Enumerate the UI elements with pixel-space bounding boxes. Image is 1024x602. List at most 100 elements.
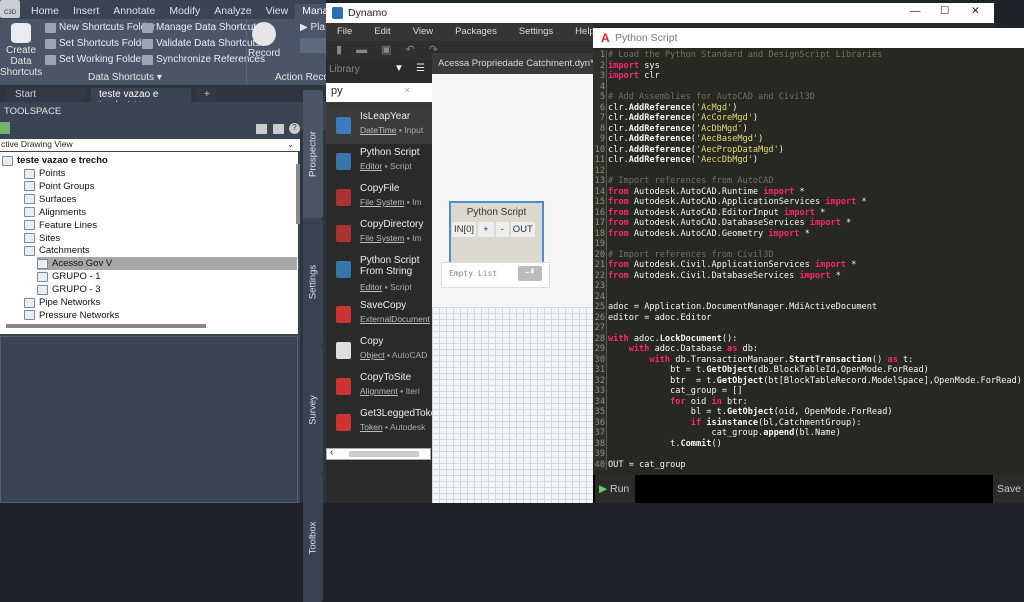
filter-icon[interactable]: ▼ xyxy=(394,63,404,74)
code-line: 38 t.Commit() xyxy=(593,438,1024,449)
tree-item[interactable]: Acesso Gov V xyxy=(37,257,297,271)
code-editor[interactable]: 1 # Load the Python Standard and DesignSc… xyxy=(593,50,1024,476)
line-text: cat_group = [] xyxy=(608,386,743,396)
result-category-link[interactable]: Editor xyxy=(360,282,382,292)
tree-item[interactable]: Pressure Networks xyxy=(24,309,119,322)
add-input-button[interactable]: + xyxy=(478,222,494,237)
line-text: with adoc.Database as db: xyxy=(628,344,759,354)
result-category-link[interactable]: ExternalDocument xyxy=(360,314,430,324)
library-result[interactable]: Python Script From String Editor ▪ Script xyxy=(326,252,432,297)
item-view-icon[interactable] xyxy=(256,124,267,134)
library-result[interactable]: SaveCopy ExternalDocument ▪ xyxy=(326,297,432,333)
ribbon-tab-view[interactable]: View xyxy=(259,4,296,19)
result-category-link[interactable]: Token xyxy=(360,422,383,432)
menu-edit[interactable]: Edit xyxy=(363,23,401,41)
tree-item[interactable]: Catchments xyxy=(24,244,90,257)
result-category-link[interactable]: File System xyxy=(360,233,404,243)
ribbon-tab-annotate[interactable]: Annotate xyxy=(106,4,162,19)
new-file-icon[interactable]: ▮ xyxy=(336,44,356,56)
menu-packages[interactable]: Packages xyxy=(444,23,508,41)
menu-file[interactable]: File xyxy=(326,23,363,41)
ribbon-button-set-working-folder[interactable]: Set Working Folder xyxy=(45,54,144,65)
side-tab-prospector[interactable]: Prospector xyxy=(303,90,323,218)
new-tab-button[interactable]: + xyxy=(196,88,216,102)
tree-item[interactable]: Point Groups xyxy=(24,180,94,193)
play-button[interactable]: ▶ Pla xyxy=(300,22,325,33)
ribbon-tab-modify[interactable]: Modify xyxy=(162,4,207,19)
library-result[interactable]: CopyDirectory File System ▪ Im xyxy=(326,216,432,252)
ribbon-button-new-shortcuts-folder[interactable]: New Shortcuts Folder xyxy=(45,22,155,33)
node-icon xyxy=(336,342,351,359)
tab-workspace[interactable]: Acessa Propriedade Catchment.dyn* xyxy=(432,53,594,74)
ribbon-tab-analyze[interactable]: Analyze xyxy=(207,4,258,19)
clear-search-icon[interactable]: × xyxy=(405,85,410,95)
tab-start[interactable]: Start xyxy=(7,88,87,102)
editor-action-bar: ▶ Run Save C xyxy=(593,475,1024,503)
ribbon-tab-home[interactable]: Home xyxy=(24,4,66,19)
input-port[interactable]: IN[0] xyxy=(452,222,477,237)
tree-item-icon xyxy=(37,271,48,282)
panel-icon[interactable] xyxy=(273,124,284,134)
library-result[interactable]: Get3LeggedToken Token ▪ Autodesk xyxy=(326,405,432,441)
library-search-input[interactable]: py × xyxy=(326,83,432,102)
menu-view[interactable]: View xyxy=(402,23,444,41)
library-result[interactable]: CopyToSite Alignment ▪ Iteri xyxy=(326,369,432,405)
run-button[interactable]: ▶ Run xyxy=(595,475,635,503)
library-result[interactable]: IsLeapYear DateTime ▪ Input xyxy=(326,108,432,144)
tree-root[interactable]: teste vazao e trecho xyxy=(2,154,108,167)
graph-canvas[interactable]: Acessa Propriedade Catchment.dyn* Python… xyxy=(432,52,594,503)
tab-drawing[interactable]: teste vazao e trecho* ✕ xyxy=(91,88,191,111)
tree-item[interactable]: Feature Lines xyxy=(24,219,97,232)
library-result[interactable]: CopyFile File System ▪ Im xyxy=(326,180,432,216)
view-dropdown[interactable]: ctive Drawing View ⌄ xyxy=(0,139,300,151)
ribbon-button-set-shortcuts-folder[interactable]: Set Shortcuts Folder xyxy=(45,38,150,49)
civil3d-logo[interactable]: C3D xyxy=(0,0,20,18)
python-script-node[interactable]: Python Script IN[0] + - OUT xyxy=(449,201,544,269)
ribbon-button-validate-data-shortcuts[interactable]: Validate Data Shortcuts xyxy=(142,38,260,49)
maximize-button[interactable]: ☐ xyxy=(940,5,949,17)
ribbon-tab-insert[interactable]: Insert xyxy=(66,4,106,19)
line-number: 34 xyxy=(593,396,607,407)
line-number: 9 xyxy=(593,134,607,145)
close-button[interactable]: ✕ xyxy=(971,5,980,17)
side-tab-toolbox[interactable]: Toolbox xyxy=(303,474,323,602)
tree-item-icon xyxy=(24,194,35,205)
pin-preview-button[interactable]: …▮ xyxy=(518,266,542,281)
tree-item[interactable]: Surfaces xyxy=(24,193,77,206)
library-result[interactable]: Python Script Editor ▪ Script xyxy=(326,144,432,180)
toolspace-view-icon[interactable] xyxy=(0,122,10,134)
create-data-shortcuts-button[interactable]: Create Data Shortcuts xyxy=(0,23,42,78)
data-shortcuts-panel-label[interactable]: Data Shortcuts ▾ xyxy=(88,72,162,83)
record-button[interactable]: Record xyxy=(248,22,280,59)
result-category-link[interactable]: Editor xyxy=(360,161,382,171)
ribbon-button-manage-data-shortcuts[interactable]: Manage Data Shortcuts xyxy=(142,22,261,33)
tree-item[interactable]: Sites xyxy=(24,232,60,245)
tree-item[interactable]: GRUPO - 3 xyxy=(37,283,101,296)
result-category-link[interactable]: Object xyxy=(360,350,385,360)
side-tab-settings[interactable]: Settings xyxy=(303,218,323,346)
output-port[interactable]: OUT xyxy=(510,222,535,237)
help-icon[interactable]: ? xyxy=(289,123,300,134)
library-result[interactable]: Copy Object ▪ AutoCAD xyxy=(326,333,432,369)
open-icon[interactable]: ▬ xyxy=(356,44,381,56)
save-changes-button[interactable]: Save C xyxy=(993,475,1024,503)
result-category-link[interactable]: Alignment xyxy=(360,386,398,396)
tree-horizontal-scrollbar[interactable] xyxy=(6,324,206,328)
result-category-link[interactable]: DateTime xyxy=(360,125,397,135)
tree-item[interactable]: Alignments xyxy=(24,206,86,219)
minimize-button[interactable]: — xyxy=(910,5,921,17)
library-horizontal-scrollbar[interactable]: ‹ xyxy=(326,447,431,460)
result-kind: Script xyxy=(389,161,412,171)
tree-item[interactable]: Points xyxy=(24,167,65,180)
remove-input-button[interactable]: - xyxy=(495,222,509,237)
undo-icon[interactable]: ↶ xyxy=(405,44,428,56)
menu-settings[interactable]: Settings xyxy=(508,23,564,41)
macro-dropdown[interactable] xyxy=(300,38,326,53)
tree-item[interactable]: Pipe Networks xyxy=(24,296,100,309)
code-line: 3 import clr xyxy=(593,71,1024,82)
save-icon[interactable]: ▣ xyxy=(381,44,405,56)
result-category-link[interactable]: File System xyxy=(360,197,404,207)
tree-item[interactable]: GRUPO - 1 xyxy=(37,270,101,283)
side-tab-survey[interactable]: Survey xyxy=(303,346,323,474)
list-view-icon[interactable]: ☰ xyxy=(416,63,425,74)
